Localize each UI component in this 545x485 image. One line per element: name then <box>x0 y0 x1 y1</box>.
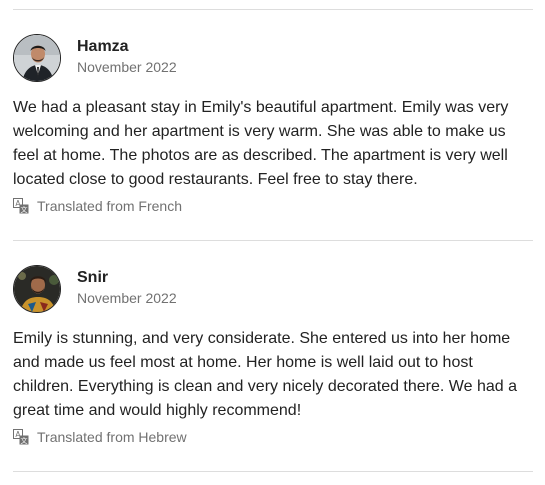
avatar[interactable] <box>13 34 61 82</box>
review-item: Snir November 2022 Emily is stunning, an… <box>13 265 535 447</box>
review-item: Hamza November 2022 We had a pleasant st… <box>13 34 535 216</box>
svg-text:文: 文 <box>21 205 28 214</box>
review-divider <box>13 240 533 241</box>
translation-note: A 文 Translated from Hebrew <box>13 427 535 447</box>
reviewer-header: Snir November 2022 <box>13 265 535 315</box>
svg-text:文: 文 <box>21 436 28 445</box>
translate-icon: A 文 <box>13 198 29 214</box>
reviewer-name: Snir <box>77 269 109 286</box>
translated-from-label: Translated from French <box>37 198 182 214</box>
review-date: November 2022 <box>77 290 177 306</box>
review-text: We had a pleasant stay in Emily's beauti… <box>13 99 509 188</box>
top-divider <box>13 9 533 10</box>
review-text: Emily is stunning, and very considerate.… <box>13 330 517 419</box>
translated-from-label: Translated from Hebrew <box>37 429 187 445</box>
avatar[interactable] <box>13 265 61 313</box>
translation-note: A 文 Translated from French <box>13 196 535 216</box>
avatar-photo <box>14 266 60 312</box>
review-date: November 2022 <box>77 59 177 75</box>
reviewer-name: Hamza <box>77 38 129 55</box>
avatar-photo <box>14 35 60 81</box>
translate-icon: A 文 <box>13 429 29 445</box>
reviewer-header: Hamza November 2022 <box>13 34 535 84</box>
bottom-divider <box>13 471 533 472</box>
